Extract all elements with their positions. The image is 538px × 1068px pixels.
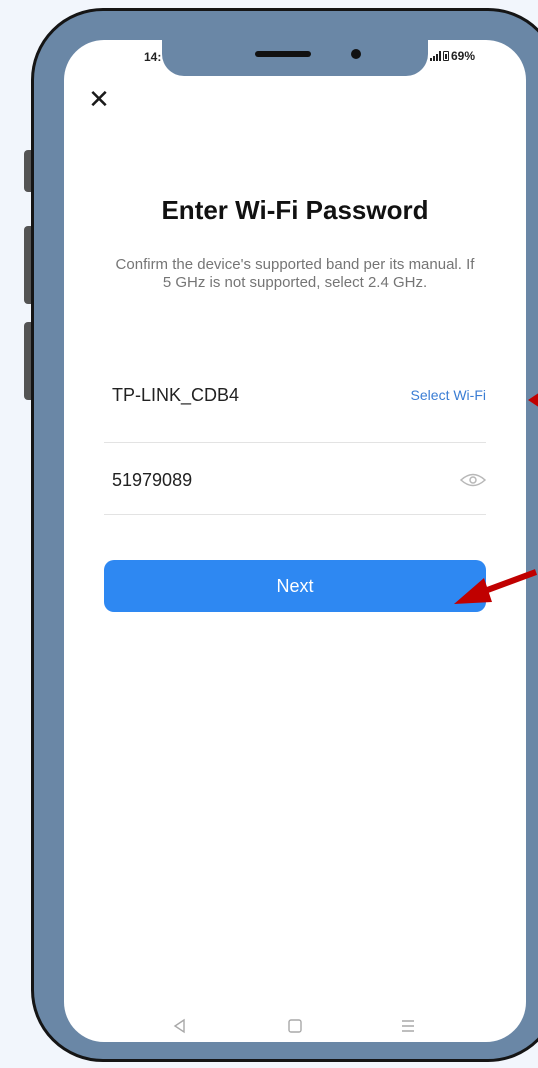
phone-notch <box>162 36 428 76</box>
front-camera <box>351 49 361 59</box>
annotation-arrow-next-head <box>454 578 492 604</box>
wifi-ssid-field[interactable]: TP-LINK_CDB4 Select Wi-Fi <box>104 370 486 443</box>
annotation-arrows <box>454 393 538 604</box>
back-icon[interactable] <box>170 1016 190 1036</box>
speaker-grille <box>255 51 311 57</box>
signal-icon <box>430 51 441 61</box>
home-icon[interactable] <box>285 1016 305 1036</box>
wifi-password-value: 51979089 <box>112 470 193 490</box>
status-indicators: 69% <box>430 49 475 63</box>
annotation-arrow-next-shaft <box>480 569 538 595</box>
wifi-ssid-value: TP-LINK_CDB4 <box>112 385 240 405</box>
menu-icon[interactable] <box>398 1016 418 1036</box>
annotation-arrow-select-wifi <box>528 393 538 407</box>
page-subtitle: Confirm the device's supported band per … <box>115 256 475 291</box>
page-title: Enter Wi-Fi Password <box>161 195 429 225</box>
battery-percent: 69% <box>451 49 476 63</box>
battery-icon <box>443 51 449 61</box>
close-icon[interactable]: ✕ <box>86 86 112 112</box>
wifi-password-field[interactable]: 51979089 <box>104 458 486 515</box>
status-time: 14: <box>144 50 162 64</box>
next-button[interactable]: Next <box>104 560 486 612</box>
